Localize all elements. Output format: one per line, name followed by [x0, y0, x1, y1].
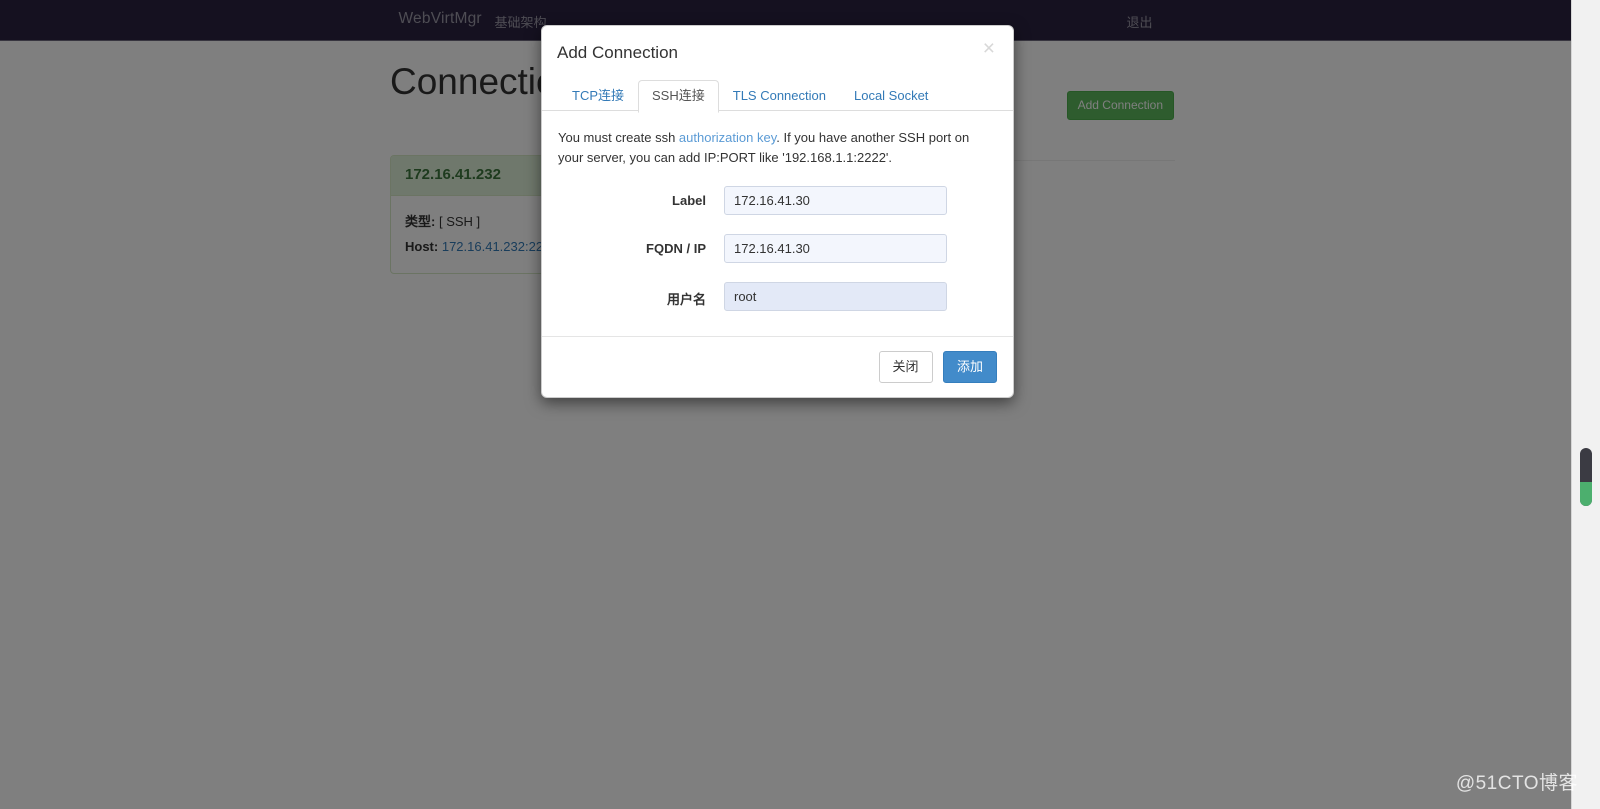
modal-title: Add Connection: [557, 43, 678, 62]
tab-ssh-link[interactable]: SSH连接: [638, 80, 719, 113]
modal-header: Add Connection ×: [542, 26, 1013, 80]
tab-tls[interactable]: TLS Connection: [719, 80, 840, 112]
close-icon[interactable]: ×: [979, 36, 999, 61]
form-row-fqdn: FQDN / IP: [558, 233, 997, 282]
tab-local-socket[interactable]: Local Socket: [840, 80, 942, 112]
scrollbar-thumb[interactable]: [1580, 448, 1592, 506]
label-input[interactable]: [724, 185, 947, 215]
tab-ssh[interactable]: SSH连接: [638, 80, 719, 113]
tab-tcp-link[interactable]: TCP连接: [558, 80, 638, 112]
fqdn-ip-input[interactable]: [724, 233, 947, 263]
fqdn-field-label: FQDN / IP: [646, 240, 706, 256]
form-row-label: Label: [558, 185, 997, 234]
username-field-label: 用户名: [666, 291, 706, 307]
add-connection-modal: Add Connection × TCP连接 SSH连接 TLS Connect…: [541, 25, 1014, 399]
modal-tabs: TCP连接 SSH连接 TLS Connection Local Socket: [542, 80, 1013, 113]
tab-tls-link[interactable]: TLS Connection: [719, 80, 840, 112]
modal-submit-button[interactable]: 添加: [942, 350, 997, 384]
label-field-label: Label: [672, 192, 706, 208]
scrollbar-track[interactable]: [1571, 0, 1600, 809]
username-input[interactable]: [724, 281, 947, 311]
help-text-before: You must create ssh: [558, 129, 679, 145]
tab-local-socket-link[interactable]: Local Socket: [840, 80, 942, 112]
modal-body: You must create ssh authorization key. I…: [542, 112, 1013, 336]
modal-footer: 关闭 添加: [542, 335, 1013, 397]
modal-close-button[interactable]: 关闭: [878, 350, 933, 384]
form-row-username: 用户名: [558, 281, 997, 330]
tab-tcp[interactable]: TCP连接: [558, 80, 638, 112]
scrollbar-thumb-segment: [1580, 482, 1592, 506]
watermark: @51CTO博客: [1455, 773, 1578, 794]
authorization-key-link[interactable]: authorization key: [679, 130, 776, 145]
ssh-help-text: You must create ssh authorization key. I…: [558, 128, 988, 168]
